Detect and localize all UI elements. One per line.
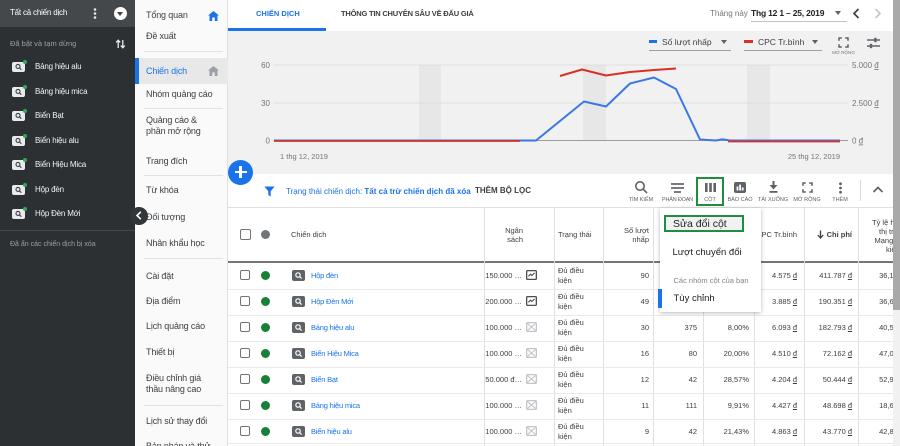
svg-text:2.500 đ: 2.500 đ <box>852 99 879 108</box>
svg-text:30: 30 <box>261 99 270 108</box>
svg-text:1 thg 12, 2019: 1 thg 12, 2019 <box>280 152 328 161</box>
svg-text:5.000 đ: 5.000 đ <box>852 61 879 70</box>
svg-text:25 thg 12, 2019: 25 thg 12, 2019 <box>788 152 840 161</box>
svg-text:60: 60 <box>261 61 270 70</box>
svg-text:0: 0 <box>266 137 271 146</box>
svg-text:0 đ: 0 đ <box>852 137 864 146</box>
